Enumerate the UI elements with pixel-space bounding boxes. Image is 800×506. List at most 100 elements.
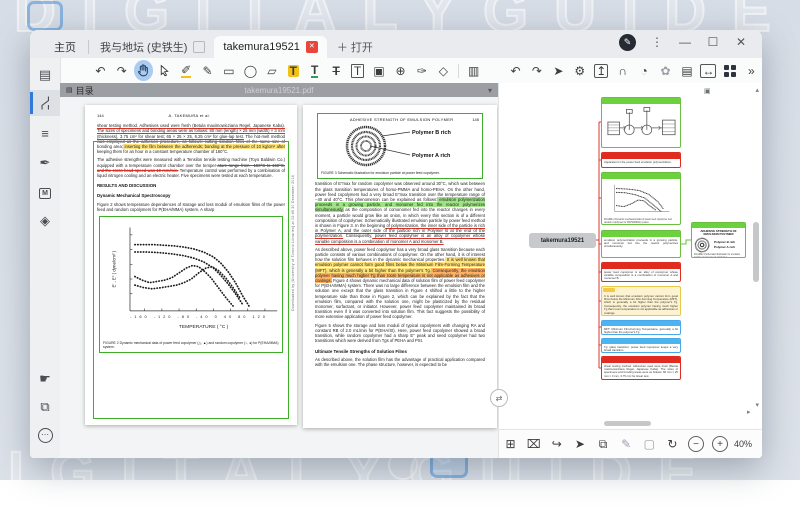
draw-button[interactable]: ✎	[618, 434, 635, 455]
refresh-layout-button[interactable]: ↻	[664, 434, 681, 455]
sidebar-item-notes[interactable]: ✒	[30, 150, 60, 176]
link-node-button[interactable]: ↪	[548, 434, 565, 455]
sidebar-item-annotation-list[interactable]: ≡	[30, 120, 60, 146]
menu-dots-icon[interactable]: ⋮	[650, 35, 664, 49]
redo-button[interactable]: ↷	[112, 60, 131, 81]
mindmap-node-blue-note-2[interactable]: Tg: glass transition; power feed copolym…	[601, 338, 681, 353]
mindmap-node-yellow-note[interactable]: It is well known that emulsion polymer c…	[601, 286, 681, 316]
paragraph: Figure 5 shows the storage and loss modu…	[315, 323, 485, 344]
undo-button[interactable]: ↶	[91, 60, 110, 81]
export-button[interactable]: ↥	[592, 60, 611, 81]
close-icon[interactable]: ✕	[734, 35, 748, 49]
zoom-in-button[interactable]: +	[712, 436, 728, 452]
mini-particle	[694, 237, 712, 253]
mindmap-node-red-note[interactable]: Apparatus for the power feed emulsion po…	[601, 152, 681, 168]
text-underline-button[interactable]: T	[305, 60, 324, 81]
polygon-tool-button[interactable]: ▱	[262, 60, 281, 81]
tab-home[interactable]: 主页	[44, 36, 86, 58]
figure-2-annotation-box[interactable]: -160 -120 -80 -40 0 40 80 120 TEMPERATUR…	[99, 216, 283, 353]
text-highlight-button[interactable]: T	[284, 60, 303, 81]
app-logo-icon[interactable]: ✎	[619, 34, 636, 51]
timer-icon: ◔	[641, 65, 648, 77]
undo-icon: ↶	[95, 65, 105, 77]
text-note-button[interactable]: T	[348, 60, 367, 81]
pdf-page-right: ADHESIVE STRENGTH OF EMULSION POLYMER 14…	[303, 105, 497, 428]
vertical-scrollbar[interactable]	[753, 222, 759, 282]
delete-node-button[interactable]: ⌧	[525, 434, 542, 455]
polymer-b-label: Polymer B rich	[412, 130, 451, 136]
history-redo-button[interactable]: ↷	[527, 60, 546, 81]
apparatus-diagram	[604, 106, 678, 142]
sidebar-item-mindmap[interactable]: ⌥	[30, 90, 60, 116]
mindmap-node-apparatus-figure[interactable]	[601, 97, 681, 148]
sidebar-item-markdown[interactable]: M	[30, 180, 60, 206]
rectangle-tool-button[interactable]: ▭	[219, 60, 238, 81]
mindmap-root-node[interactable]: takemura19521	[529, 233, 596, 248]
image-annotation-button[interactable]: ▣	[369, 60, 388, 81]
mindmap-node-green-excerpt[interactable]: emulsion polymerization proceeds in a gr…	[601, 230, 681, 258]
zoom-out-button[interactable]: −	[688, 436, 704, 452]
mindmap-node-red-excerpt[interactable]: power feed copolymer is an alloy of copo…	[601, 262, 681, 282]
new-node-button[interactable]: ⊞	[502, 434, 519, 455]
tab-document-2-active[interactable]: takemura19521 ✕	[214, 36, 326, 58]
fit-width-button[interactable]: ↔	[699, 60, 718, 81]
sidebar-item-book-pages[interactable]: ⧉	[30, 394, 60, 420]
highlighter-button[interactable]: ✐	[176, 60, 195, 81]
tab-close-icon[interactable]	[193, 41, 205, 53]
horizontal-scrollbar[interactable]	[604, 421, 651, 426]
overflow-icon: »	[748, 65, 755, 77]
wallpaper-square-decor	[27, 1, 63, 31]
figure-3-annotation-box[interactable]: ADHESIVE STRENGTH OF EMULSION POLYMER 14…	[317, 113, 483, 179]
tab-document-1[interactable]: 我与地坛 (史铁生)	[91, 36, 214, 58]
timer-button[interactable]: ◔	[634, 60, 653, 81]
rectangle-icon: ▭	[223, 65, 234, 77]
eraser-icon: ◇	[439, 65, 448, 77]
eraser-button[interactable]: ◇	[434, 60, 453, 81]
sidebar-item-more[interactable]: ⋯	[30, 422, 60, 448]
copy-node-button[interactable]: ⧉	[595, 434, 612, 455]
left-sidebar: ▤ ⌥ ≡ ✒ M ◈ ☛ ⧉ ⋯	[30, 58, 61, 458]
mindmap-node-red-excerpt-2[interactable]: shear testing method. Adhesives used wer…	[601, 356, 681, 380]
scroll-right-icon[interactable]: ▸	[747, 408, 751, 416]
history-undo-button[interactable]: ↶	[506, 60, 525, 81]
swap-arrows-icon: ⇄	[496, 394, 503, 403]
polygon-icon: ▱	[267, 65, 276, 77]
annotation-toolbar: ↶ ↷ ✐ ✎ ▭ ◯ ▱ T T T T ▣ ⊕ ✑ ◇ ▥ ↶ ↷ ➤ ⚙ …	[60, 58, 762, 84]
mindmap-node-blue-note-1[interactable]: MFT: Minimum Film-Forming Temperature, g…	[601, 320, 681, 335]
chevron-down-icon[interactable]: ▾	[488, 86, 492, 95]
minimize-icon[interactable]: —	[678, 35, 692, 49]
signature-button[interactable]: ✑	[412, 60, 431, 81]
select-tool-button[interactable]	[155, 60, 174, 81]
pointer-tool-icon: ➤	[553, 65, 563, 77]
panel-collapse-button[interactable]: ⇄	[490, 389, 508, 407]
scroll-down-icon[interactable]: ▾	[755, 401, 759, 409]
mindmap-node-chart-figure[interactable]: FIGURE 2 Dynamic mechanical data of powe…	[601, 172, 681, 225]
ellipse-tool-button[interactable]: ◯	[241, 60, 260, 81]
desktop-wallpaper: DIGITALYGUIDE DIGITALYGUIDE 主页 我与地坛 (史铁生…	[0, 0, 800, 480]
select-node-button[interactable]: ➤	[571, 434, 588, 455]
toolbar-overflow-button[interactable]: »	[742, 60, 761, 81]
audio-button[interactable]: ∩	[613, 60, 632, 81]
sidebar-item-hand-gesture[interactable]: ☛	[30, 366, 60, 392]
grid-view-button[interactable]	[720, 60, 739, 81]
settings-button[interactable]: ⚙	[570, 60, 589, 81]
pen-button[interactable]: ✎	[198, 60, 217, 81]
pointer-tool-button[interactable]: ➤	[549, 60, 568, 81]
screenshot-button[interactable]: ▢	[641, 434, 658, 455]
minimap-toggle-icon[interactable]: ▣	[704, 87, 711, 95]
maximize-icon[interactable]: ☐	[706, 35, 720, 49]
mindmap-canvas[interactable]: takemura19521	[499, 83, 762, 430]
sidebar-item-outline[interactable]: ▤	[30, 62, 60, 88]
sidebar-item-tags[interactable]: ◈	[30, 208, 60, 234]
reading-layout-button[interactable]: ▥	[464, 60, 483, 81]
plugins-button[interactable]: ✿	[656, 60, 675, 81]
mindmap-node-figure3-detail[interactable]: ADHESIVE STRENGTH OF EMULSION POLYMER	[691, 222, 746, 258]
pdf-header-strip: ▤ 目录 takemura19521.pdf ▾	[60, 83, 498, 97]
rows-layout-button[interactable]: ▤	[677, 60, 696, 81]
web-link-button[interactable]: ⊕	[391, 60, 410, 81]
scroll-up-icon[interactable]: ▴	[755, 86, 759, 94]
hand-tool-button[interactable]	[134, 60, 153, 81]
tab-close-icon[interactable]: ✕	[306, 41, 318, 53]
text-strikethrough-button[interactable]: T	[326, 60, 345, 81]
open-file-button[interactable]: ＋ 打开	[327, 36, 383, 58]
